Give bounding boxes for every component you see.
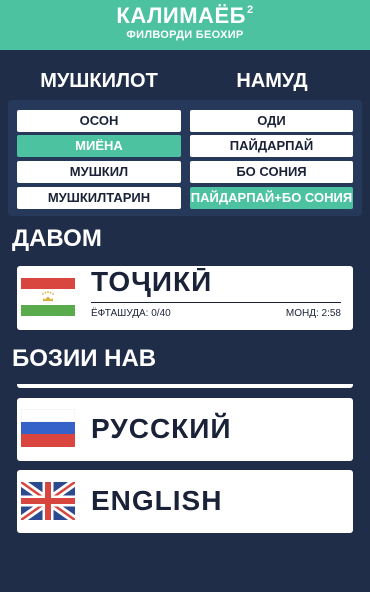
tajikistan-flag-icon <box>21 278 75 316</box>
language-card-russian[interactable]: РУССКИЙ <box>17 398 353 461</box>
app-title-superscript: 2 <box>246 4 254 16</box>
type-option-timed[interactable]: БО СОНИЯ <box>190 161 353 183</box>
difficulty-option-hard[interactable]: МУШКИЛ <box>17 161 181 183</box>
difficulty-heading: МУШКИЛОТ <box>40 70 158 92</box>
difficulty-option-hardest[interactable]: МУШКИЛТАРИН <box>17 187 181 209</box>
language-name-russian: РУССКИЙ <box>91 413 232 444</box>
type-option-sequential-timed[interactable]: ПАЙДАРПАЙ+БО СОНИЯ <box>190 187 353 209</box>
difficulty-option-easy[interactable]: ОСОН <box>17 110 181 132</box>
app-title-text: КАЛИМАЁБ <box>116 3 246 28</box>
continue-section-title: ДАВОМ <box>12 225 102 252</box>
language-name-english: ENGLISH <box>91 485 223 516</box>
type-option-sequential[interactable]: ПАЙДАРПАЙ <box>190 135 353 157</box>
word-type-heading: НАМУД <box>236 70 308 92</box>
header-bar: КАЛИМАЁБ2 ФИЛВОРДИ БЕОХИР <box>0 0 370 50</box>
russia-flag-icon <box>21 409 75 447</box>
difficulty-option-medium[interactable]: МИЁНА <box>17 135 181 157</box>
app-subtitle: ФИЛВОРДИ БЕОХИР <box>126 29 244 41</box>
continue-language-name: ТОҶИКӢ <box>91 266 213 297</box>
words-found-label: ЁФТАШУДА: 0/40 <box>91 308 171 319</box>
time-left-label: МОНД: 2:58 <box>285 308 341 319</box>
continue-divider <box>91 302 341 303</box>
language-card-english[interactable]: ENGLISH <box>17 470 353 533</box>
type-option-normal[interactable]: ОДИ <box>190 110 353 132</box>
continue-game-card[interactable]: ТОҶИКӢ ЁФТАШУДА: 0/40 МОНД: 2:58 <box>17 266 353 330</box>
app-title: КАЛИМАЁБ2 <box>0 3 370 29</box>
list-scroll-edge <box>17 378 353 388</box>
uk-flag-icon <box>21 482 75 520</box>
new-game-section-title: БОЗИИ НАВ <box>12 345 157 372</box>
